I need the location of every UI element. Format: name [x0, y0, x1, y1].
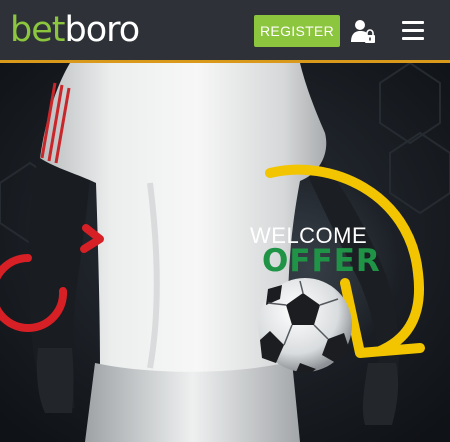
menu-line: [402, 37, 424, 40]
logo-primary-text: bet: [10, 10, 65, 50]
player-shorts: [85, 361, 300, 442]
register-button[interactable]: REGISTER: [254, 15, 340, 47]
player-left-hand: [36, 348, 74, 413]
welcome-offer-banner[interactable]: WELCOME OFFER: [0, 63, 450, 442]
logo-secondary-text: boro: [64, 10, 140, 50]
header-accent-line: [0, 60, 450, 63]
menu-line: [402, 29, 424, 32]
hero-illustration: WELCOME OFFER: [0, 63, 450, 442]
page: betboro REGISTER WELCOME OFFER: [0, 0, 450, 442]
user-lock-icon[interactable]: [350, 18, 376, 44]
betboro-logo[interactable]: betboro: [10, 8, 140, 52]
menu-line: [402, 21, 424, 24]
soccer-ball: [258, 278, 352, 372]
hamburger-menu-icon[interactable]: [402, 21, 424, 40]
player-right-hand: [362, 363, 399, 425]
offer-text: OFFER: [262, 243, 381, 279]
top-nav-bar: betboro REGISTER: [0, 0, 450, 62]
